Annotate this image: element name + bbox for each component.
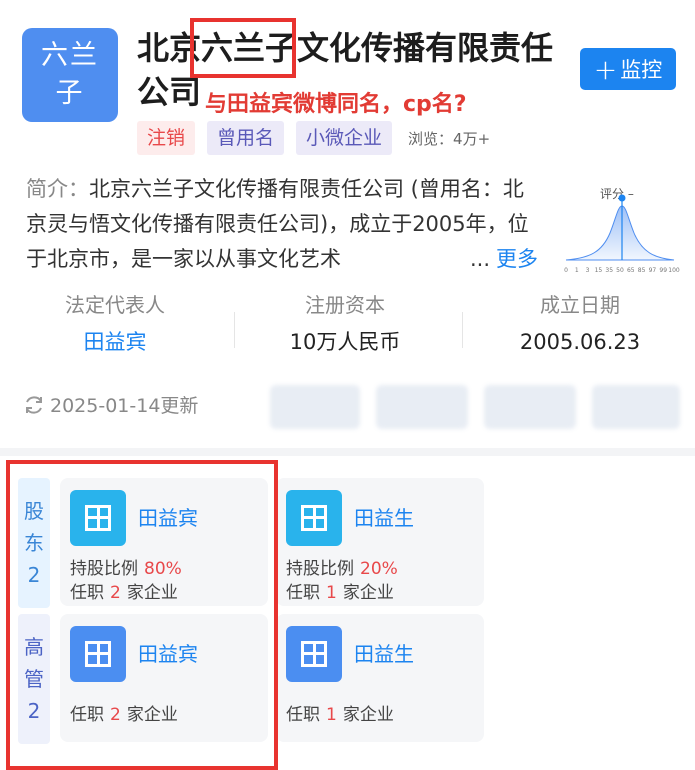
avatar (286, 626, 342, 682)
annotation-highlight-box (190, 18, 296, 78)
intro-ellipsis: ... (470, 247, 491, 271)
intro-more-link[interactable]: 更多 (496, 247, 538, 271)
score-tick-label: 97 (649, 267, 657, 274)
score-tick-label: 0 (564, 267, 568, 274)
positions-count-value: 1 (326, 583, 337, 603)
blurred-tag (376, 385, 468, 429)
tag-former-name[interactable]: 曾用名 (207, 121, 285, 155)
positions-count-value: 1 (326, 705, 337, 725)
score-distribution-chart[interactable]: 0 1 3 15 35 50 65 85 97 99 100 (560, 178, 680, 278)
ratio-label: 持股比例 (286, 559, 354, 579)
blurred-tags (270, 385, 680, 429)
shareholder-card[interactable]: 田益生 持股比例 20% 任职 1 家企业 (276, 478, 484, 606)
score-tick-label: 85 (638, 267, 646, 274)
person-icon (301, 505, 327, 531)
info-founded-date: 成立日期 2005.06.23 (480, 290, 680, 364)
view-count: 浏览：4万+ (408, 129, 491, 148)
score-bell-curve (565, 205, 675, 261)
annotation-highlight-box (6, 460, 278, 770)
annotation-text: 与田益宾微博同名，cp名? (205, 92, 467, 117)
score-tick-label: 50 (616, 267, 624, 274)
score-tick-label: 99 (659, 267, 667, 274)
monitor-button-label: 监控 (620, 58, 663, 82)
monitor-button[interactable]: + 监控 (580, 48, 676, 90)
tag-small-business[interactable]: 小微企业 (296, 121, 393, 155)
score-tick-label: 3 (586, 267, 590, 274)
section-separator (0, 448, 695, 456)
capital-value: 10万人民币 (289, 330, 401, 354)
shareholder-name[interactable]: 田益生 (354, 502, 414, 531)
intro-label: 简介： (26, 177, 89, 201)
info-legal-rep: 法定代表人 田益宾 (15, 290, 215, 364)
positions-suffix: 家企业 (342, 583, 394, 603)
positions-count: 任职 1 家企业 (286, 700, 394, 725)
founded-label: 成立日期 (540, 293, 620, 317)
positions-suffix: 家企业 (342, 705, 394, 725)
company-tags: 注销 曾用名 小微企业 浏览：4万+ (137, 121, 490, 155)
executive-card[interactable]: 田益生 任职 1 家企业 (276, 614, 484, 742)
update-info[interactable]: 2025-01-14更新 (22, 391, 198, 418)
founded-value: 2005.06.23 (519, 330, 641, 354)
legal-rep-value[interactable]: 田益宾 (15, 320, 215, 364)
executive-name[interactable]: 田益生 (354, 638, 414, 667)
company-logo: 六兰 子 (22, 28, 118, 122)
ratio-value: 20% (360, 559, 398, 579)
blurred-tag (484, 385, 576, 429)
tag-deregistered[interactable]: 注销 (137, 121, 196, 155)
positions-count: 任职 1 家企业 (286, 578, 394, 603)
score-tick-label: 15 (595, 267, 603, 274)
score-marker-dot (618, 194, 626, 202)
score-tick-label: 1 (575, 267, 579, 274)
avatar (286, 490, 342, 546)
blurred-tag (592, 385, 680, 429)
logo-text-line1: 六兰 (41, 40, 99, 71)
score-tick-label: 100 (668, 267, 680, 274)
plus-icon: + (593, 52, 618, 86)
info-registered-capital: 注册资本 10万人民币 (245, 290, 445, 364)
info-divider (234, 312, 235, 348)
positions-prefix: 任职 (286, 583, 320, 603)
capital-label: 注册资本 (305, 293, 385, 317)
score-tick-label: 35 (605, 267, 613, 274)
score-ticks: 0 1 3 15 35 50 65 85 97 99 100 (564, 267, 680, 274)
logo-text-line2: 子 (55, 78, 85, 109)
info-divider (462, 312, 463, 348)
shareholding-ratio: 持股比例 20% (286, 554, 404, 579)
blurred-tag (270, 385, 360, 429)
intro-more-wrap: ... 更多 (466, 242, 539, 277)
legal-rep-label: 法定代表人 (65, 293, 165, 317)
refresh-icon (26, 395, 42, 414)
positions-prefix: 任职 (286, 705, 320, 725)
intro-text: 北京六兰子文化传播有限责任公司 (曾用名：北京灵与悟文化传播有限责任公司)，成立… (26, 177, 529, 271)
update-date: 2025-01-14更新 (50, 395, 199, 417)
person-icon (301, 641, 327, 667)
score-tick-label: 65 (627, 267, 635, 274)
